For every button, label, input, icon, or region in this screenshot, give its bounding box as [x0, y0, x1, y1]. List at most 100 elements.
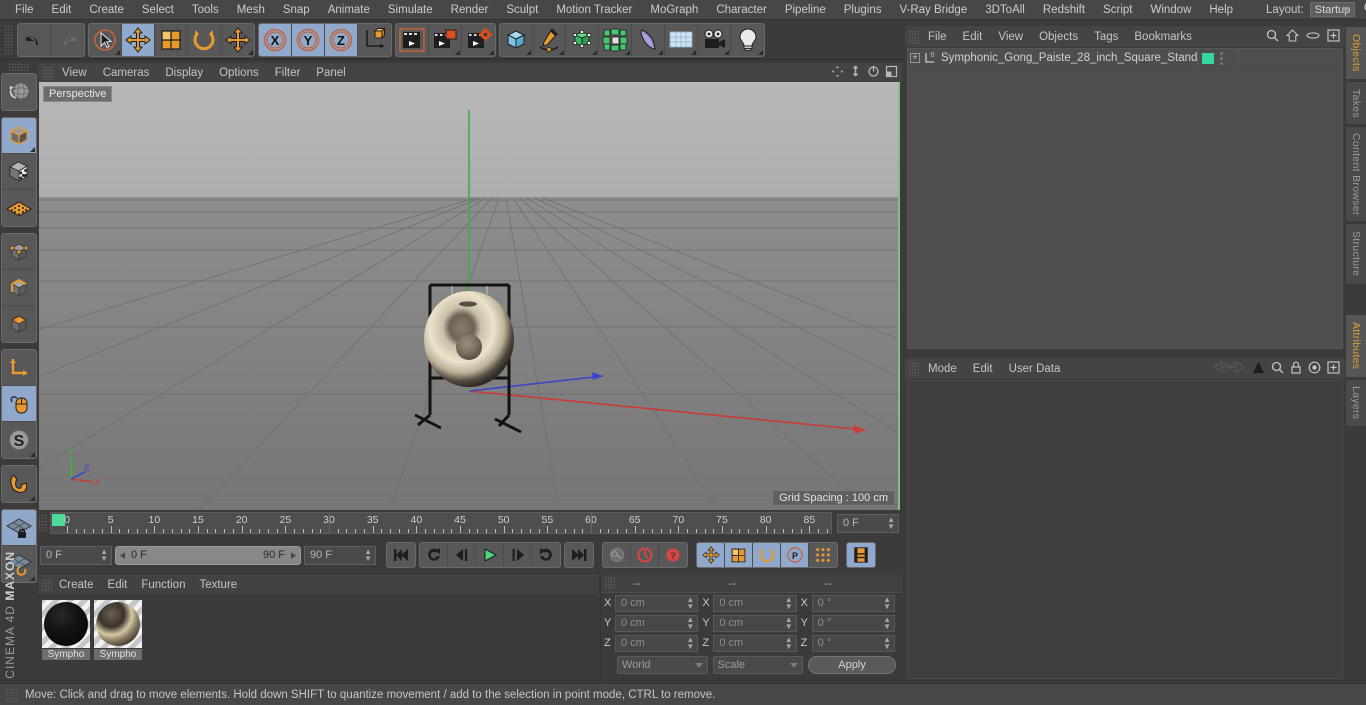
- coord-system-dropdown[interactable]: World: [617, 656, 708, 674]
- play-forward-loop-button[interactable]: [532, 543, 560, 567]
- enable-axis-button[interactable]: [2, 350, 36, 386]
- history-arrows-icon[interactable]: [1212, 360, 1246, 377]
- material-menu-function[interactable]: Function: [134, 578, 192, 592]
- go-to-end-button[interactable]: [565, 543, 593, 567]
- spinner-icon[interactable]: ▲ ▼: [364, 548, 372, 563]
- rotation-z-input[interactable]: 0 ° ▲ ▼: [811, 634, 895, 652]
- menu-v-ray-bridge[interactable]: V-Ray Bridge: [890, 2, 976, 18]
- autokeying-button[interactable]: [631, 543, 659, 567]
- spinner-icon[interactable]: ▲ ▼: [686, 636, 694, 651]
- toolbar-grip[interactable]: [4, 24, 14, 55]
- workplane-mode-button[interactable]: [2, 190, 36, 226]
- timeline-playhead[interactable]: [591, 513, 592, 533]
- deformer-button[interactable]: [632, 23, 665, 56]
- undo-view-button[interactable]: [2, 74, 36, 110]
- menu-window[interactable]: Window: [1141, 2, 1200, 18]
- material-menu-create[interactable]: Create: [52, 578, 101, 592]
- x-axis-lock[interactable]: X: [259, 23, 292, 56]
- position-y-input[interactable]: 0 cm ▲ ▼: [615, 614, 699, 632]
- pan-icon[interactable]: [831, 65, 844, 81]
- viewport-menu-display[interactable]: Display: [157, 66, 211, 80]
- material-item[interactable]: Sympho: [42, 600, 90, 660]
- light-button[interactable]: [731, 23, 764, 56]
- soft-selection-button[interactable]: S: [2, 422, 36, 458]
- play-backwards-button[interactable]: [420, 543, 448, 567]
- spinner-icon[interactable]: ▲ ▼: [686, 596, 694, 611]
- viewport-grip[interactable]: [42, 65, 54, 80]
- menu-snap[interactable]: Snap: [274, 2, 319, 18]
- rotate-tool[interactable]: [188, 23, 221, 56]
- table-row[interactable]: + 0 Symphonic_Gong_Paiste_28_inch_Square…: [908, 49, 1342, 67]
- add-spline-button[interactable]: [533, 23, 566, 56]
- scale-tool[interactable]: [155, 23, 188, 56]
- menu-plugins[interactable]: Plugins: [835, 2, 891, 18]
- polygons-mode-button[interactable]: [2, 306, 36, 342]
- current-frame-field[interactable]: 0 F ▲ ▼: [837, 513, 899, 533]
- menu-file[interactable]: File: [6, 2, 43, 18]
- object-tree[interactable]: + 0 Symphonic_Gong_Paiste_28_inch_Square…: [907, 48, 1343, 349]
- timeline-toggle[interactable]: [847, 543, 875, 567]
- object-menu-bookmarks[interactable]: Bookmarks: [1126, 30, 1200, 44]
- vertical-tab-layers[interactable]: Layers: [1345, 379, 1366, 427]
- attribute-menu-mode[interactable]: Mode: [920, 362, 965, 376]
- rotation-y-input[interactable]: 0 ° ▲ ▼: [811, 614, 895, 632]
- viewport-menu-filter[interactable]: Filter: [267, 66, 309, 80]
- viewport-menu-view[interactable]: View: [54, 66, 95, 80]
- lock-icon[interactable]: [1290, 361, 1302, 377]
- magnet-tool-button[interactable]: [2, 466, 36, 502]
- timeline-grip[interactable]: [38, 514, 48, 532]
- layout-dropdown[interactable]: Startup: [1309, 2, 1356, 17]
- position-z-input[interactable]: 0 cm ▲ ▼: [615, 634, 699, 652]
- menu-simulate[interactable]: Simulate: [379, 2, 442, 18]
- texture-mode-button[interactable]: [2, 154, 36, 190]
- redo-button[interactable]: [51, 23, 84, 56]
- points-mode-button[interactable]: [2, 234, 36, 270]
- viewport-3d[interactable]: Perspective Grid Spacing : 100 cm Y X Z: [39, 82, 900, 510]
- object-manager-grip[interactable]: [908, 29, 920, 44]
- z-axis-lock[interactable]: Z: [325, 23, 358, 56]
- material-list[interactable]: Sympho Sympho: [38, 594, 598, 666]
- object-menu-objects[interactable]: Objects: [1031, 30, 1086, 44]
- menu-mesh[interactable]: Mesh: [228, 2, 274, 18]
- attribute-menu-user-data[interactable]: User Data: [1001, 362, 1069, 376]
- render-view-button[interactable]: [396, 23, 429, 56]
- pin-up-icon[interactable]: [1252, 361, 1265, 377]
- dolly-icon[interactable]: [849, 65, 862, 81]
- step-back-button[interactable]: [448, 543, 476, 567]
- undo-button[interactable]: [18, 23, 51, 56]
- status-bar-grip[interactable]: [6, 687, 17, 702]
- world-object-axis-toggle[interactable]: [358, 23, 391, 56]
- viewport-menu-panel[interactable]: Panel: [308, 66, 353, 80]
- live-selection-tool[interactable]: [89, 23, 122, 56]
- rotation-key-toggle[interactable]: [753, 543, 781, 567]
- keyframe-selection-button[interactable]: ?: [659, 543, 687, 567]
- attribute-menu-edit[interactable]: Edit: [965, 362, 1001, 376]
- spinner-icon[interactable]: ▲ ▼: [785, 636, 793, 651]
- menu-help[interactable]: Help: [1200, 2, 1242, 18]
- spinner-icon[interactable]: ▲ ▼: [785, 596, 793, 611]
- menu-edit[interactable]: Edit: [43, 2, 81, 18]
- material-menu-edit[interactable]: Edit: [101, 578, 135, 592]
- size-z-input[interactable]: 0 cm ▲ ▼: [713, 634, 797, 652]
- position-key-toggle[interactable]: [697, 543, 725, 567]
- timeline-playhead[interactable]: [329, 513, 330, 533]
- move-tool-secondary[interactable]: [221, 23, 254, 56]
- go-to-start-button[interactable]: [387, 543, 415, 567]
- material-manager-grip[interactable]: [41, 578, 52, 592]
- rotation-x-input[interactable]: 0 ° ▲ ▼: [811, 594, 895, 612]
- menu-create[interactable]: Create: [80, 2, 133, 18]
- menu-3dtoall[interactable]: 3DToAll: [976, 2, 1034, 18]
- menu-mograph[interactable]: MoGraph: [641, 2, 707, 18]
- spinner-icon[interactable]: ▲ ▼: [887, 516, 895, 531]
- size-mode-dropdown[interactable]: Scale: [712, 656, 803, 674]
- vertical-tab-takes[interactable]: Takes: [1345, 81, 1366, 125]
- object-menu-view[interactable]: View: [990, 30, 1031, 44]
- spinner-icon[interactable]: ▲ ▼: [883, 616, 891, 631]
- menu-motion-tracker[interactable]: Motion Tracker: [547, 2, 641, 18]
- end-frame-field[interactable]: 90 F ▲ ▼: [304, 545, 376, 565]
- environment-button[interactable]: [665, 23, 698, 56]
- vertical-tab-objects[interactable]: Objects: [1345, 26, 1366, 80]
- layer-color-swatch[interactable]: [1202, 53, 1214, 64]
- menu-sculpt[interactable]: Sculpt: [497, 2, 547, 18]
- object-menu-edit[interactable]: Edit: [955, 30, 991, 44]
